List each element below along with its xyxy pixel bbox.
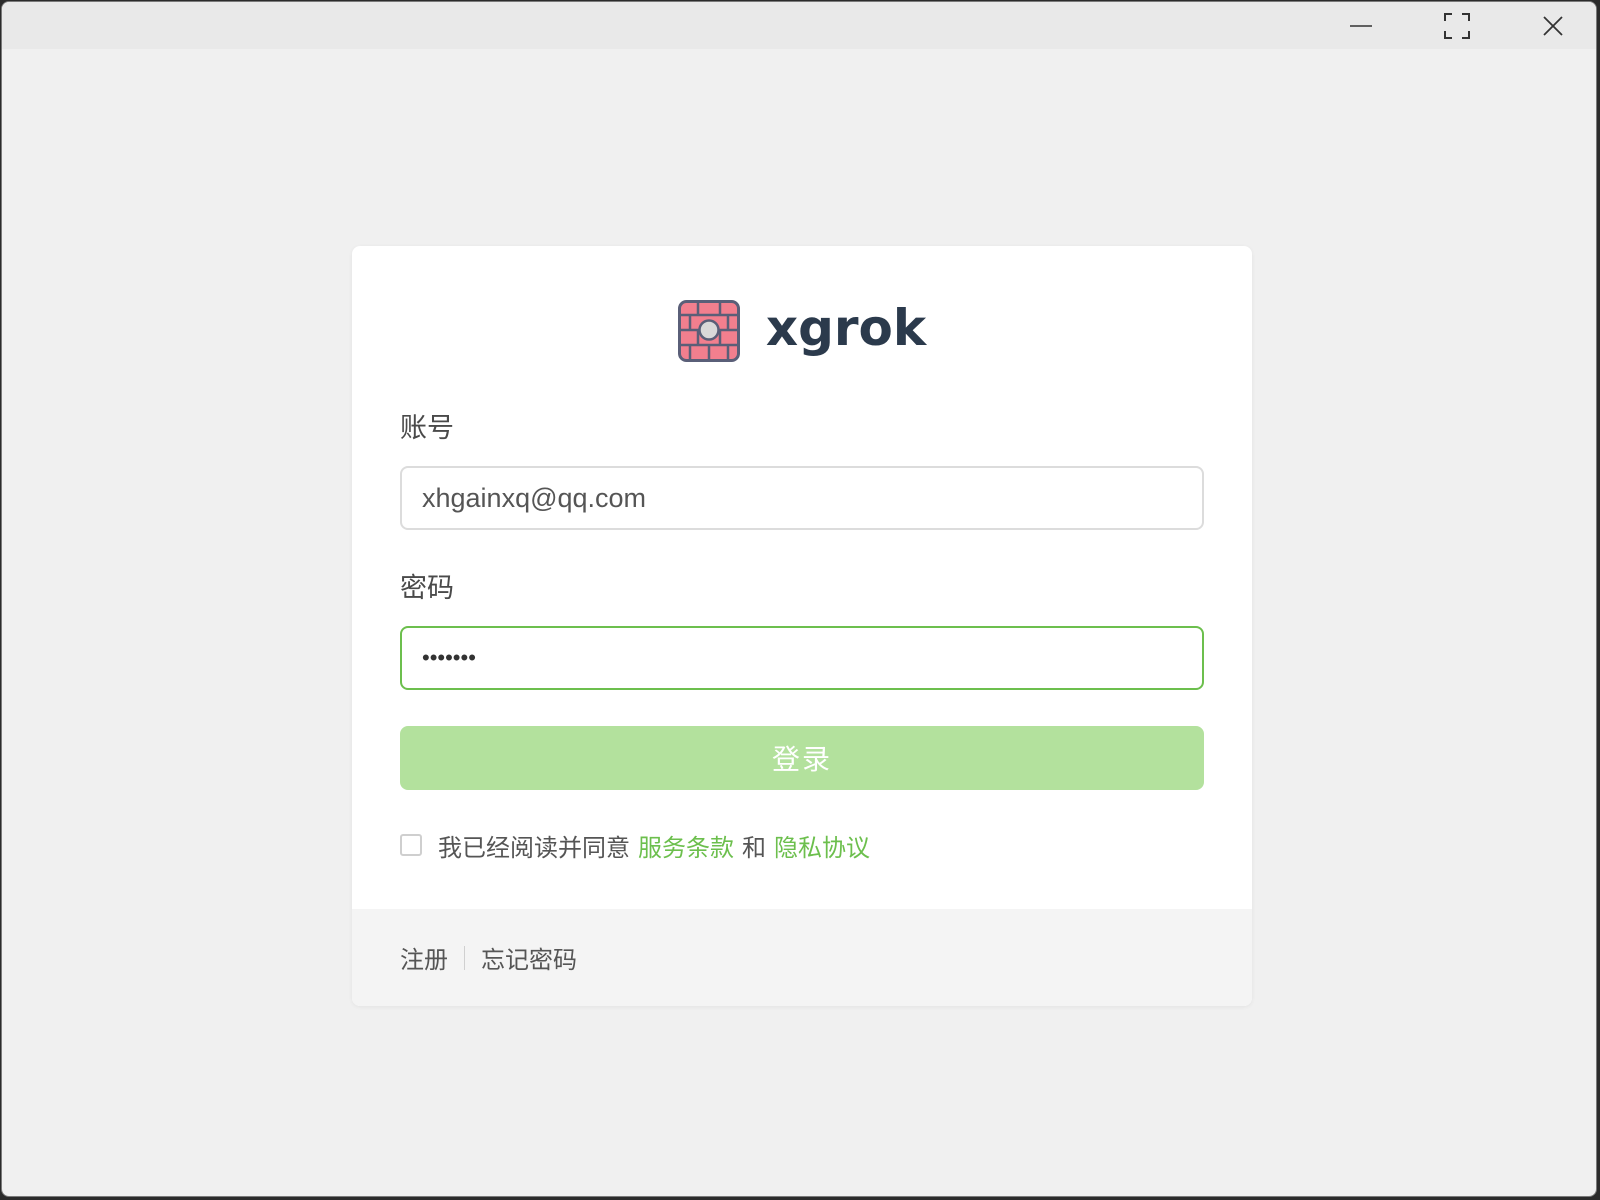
app-window: xgrok 账号 密码 登录 我已经阅读并同意 服务条款 和 隐私协议 注册 忘…: [1, 1, 1597, 1197]
agree-text: 我已经阅读并同意: [438, 833, 630, 862]
close-button[interactable]: [1505, 2, 1596, 49]
title-bar[interactable]: [2, 2, 1596, 49]
forgot-password-link[interactable]: 忘记密码: [481, 940, 577, 975]
minimize-icon: [1350, 24, 1372, 27]
card-footer: 注册 忘记密码: [352, 909, 1252, 1006]
login-button[interactable]: 登录: [400, 726, 1204, 790]
maximize-icon: [1444, 12, 1470, 39]
register-link[interactable]: 注册: [400, 940, 448, 975]
agree-checkbox[interactable]: [400, 834, 422, 856]
brand-header: xgrok: [352, 296, 1252, 366]
agreement-row: 我已经阅读并同意 服务条款 和 隐私协议: [400, 825, 870, 865]
password-label: 密码: [400, 573, 454, 604]
close-icon: [1543, 15, 1563, 36]
account-input[interactable]: [400, 466, 1204, 530]
and-text: 和: [742, 833, 766, 862]
terms-link[interactable]: 服务条款: [638, 828, 734, 863]
firewall-brick-icon: [677, 300, 740, 362]
footer-divider: [464, 945, 465, 970]
password-input[interactable]: [400, 626, 1204, 690]
login-card: xgrok 账号 密码 登录 我已经阅读并同意 服务条款 和 隐私协议 注册 忘…: [352, 246, 1252, 1006]
privacy-link[interactable]: 隐私协议: [774, 828, 870, 863]
maximize-button[interactable]: [1409, 2, 1505, 49]
app-name: xgrok: [765, 299, 927, 357]
account-label: 账号: [400, 413, 454, 444]
minimize-button[interactable]: [1313, 2, 1409, 49]
